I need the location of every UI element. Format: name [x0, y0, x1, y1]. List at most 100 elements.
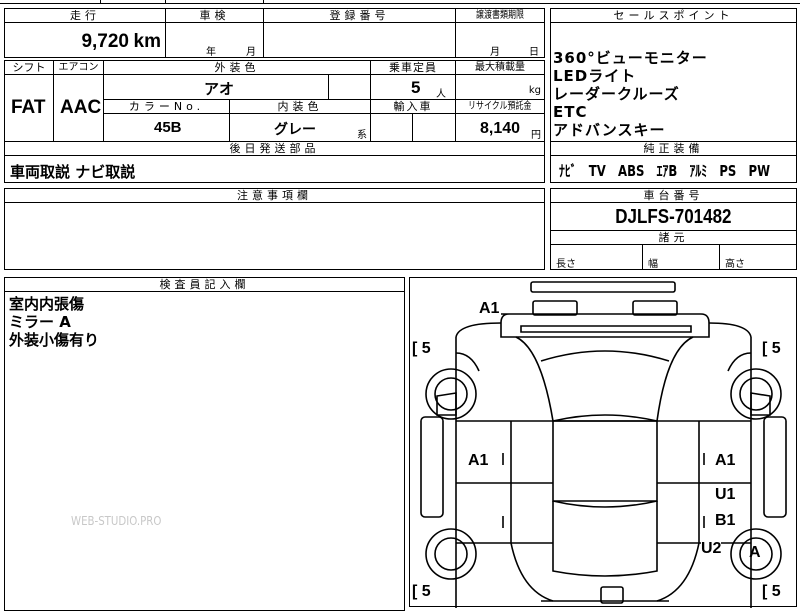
notes-header: 注意事項欄	[4, 188, 545, 203]
registration-cell	[263, 22, 456, 58]
top-clipped-divider	[263, 0, 264, 4]
diagram-mark-left-door: A1	[468, 452, 489, 470]
load-cell: kg	[455, 74, 545, 100]
capacity-header: 乗車定員	[370, 60, 456, 75]
tire-fr-depth: [ 5	[762, 340, 781, 358]
dims-length-label: 長さ	[556, 259, 576, 270]
chassis-value: DJLFS-701482	[615, 206, 732, 228]
sales-points-cell: 360°ビューモニター LEDライト レーダークルーズ ETC アドバンスキー	[550, 22, 797, 142]
interior-value: グレー	[274, 121, 316, 137]
shift-cell: FAT	[4, 74, 54, 142]
color-no-cell: 45B	[103, 113, 230, 142]
recycle-cell: 8,140 円	[455, 113, 545, 142]
shift-header: シフト	[4, 60, 54, 75]
exterior-header: 外装色	[103, 60, 371, 75]
equipment-cell: ﾅﾋﾞ TV ABS ｴｱB ｱﾙﾐ PS PW	[550, 155, 797, 183]
dims-height-cell: 高さ	[719, 244, 797, 270]
recycle-label: リサイクル預託金	[468, 101, 532, 112]
registration-header: 登録番号	[263, 8, 456, 23]
dims-header: 諸元	[550, 230, 797, 245]
exterior-extra-cell	[328, 74, 371, 100]
inspector-notes: 室内内張傷 ミラー A 外装小傷有り	[9, 295, 99, 349]
watermark: WEB-STUDIO.PRO	[71, 514, 162, 528]
inspector-cell: 室内内張傷 ミラー A 外装小傷有り WEB-STUDIO.PRO	[4, 291, 405, 611]
sales-points-list: 360°ビューモニター LEDライト レーダークルーズ ETC アドバンスキー	[553, 49, 708, 139]
inspector-note: 外装小傷有り	[9, 331, 100, 349]
mileage-value: 9,720	[81, 31, 129, 52]
capacity-value: 5	[411, 78, 421, 97]
inspection-header: 車検	[165, 8, 264, 23]
equipment-item: ABS	[618, 162, 645, 180]
inspector-header: 検査員記入欄	[4, 277, 405, 292]
tire-rl-depth: [ 5	[412, 583, 431, 601]
transfer-day-unit: 日	[529, 47, 539, 58]
sales-point-item: レーダークルーズ	[553, 85, 680, 103]
dims-length-cell: 長さ	[550, 244, 643, 270]
diagram-mark-tire-rr: A	[749, 544, 761, 561]
equipment-item: ｴｱB	[656, 162, 678, 180]
tire-fl-depth: [ 5	[412, 340, 431, 358]
interior-cell: グレー 系	[229, 113, 371, 142]
equipment-item: ﾅﾋﾞ	[559, 162, 577, 180]
interior-header: 内装色	[229, 99, 371, 114]
top-clipped-divider	[165, 0, 166, 4]
tire-rr-depth: [ 5	[762, 583, 781, 601]
sales-point-item: アドバンスキー	[553, 121, 666, 139]
diagram-mark-right-rear-1: U1	[715, 486, 736, 504]
equipment-item: ｱﾙﾐ	[689, 162, 708, 180]
recycle-header: リサイクル預託金	[455, 99, 545, 114]
capacity-cell: 5 人	[370, 74, 456, 100]
car-diagram	[420, 281, 787, 608]
load-header: 最大積載量	[455, 60, 545, 75]
dims-width-label: 幅	[648, 259, 658, 270]
load-unit: kg	[528, 85, 541, 96]
interior-unit: 系	[357, 130, 367, 141]
top-clipped-row	[0, 0, 800, 4]
equipment-item: PS	[719, 162, 737, 180]
equipment-header: 純正装備	[550, 141, 797, 156]
import-header: 輸入車	[370, 99, 456, 114]
top-clipped-divider	[100, 0, 101, 4]
exterior-value: アオ	[204, 81, 235, 98]
transfer-header: 譲渡書類期限	[455, 8, 545, 23]
notes-cell	[4, 202, 545, 270]
dims-width-cell: 幅	[642, 244, 720, 270]
sales-point-item: 360°ビューモニター	[553, 49, 708, 67]
mileage-header: 走行	[4, 8, 166, 23]
mileage-unit: km	[133, 31, 161, 52]
diagram-mark-front: A1	[479, 300, 500, 318]
sales-point-item: ETC	[553, 103, 588, 121]
inspection-year-unit: 年	[206, 47, 216, 58]
import-cell-b	[412, 113, 456, 142]
exterior-cell: アオ	[103, 74, 329, 100]
equipment-item: TV	[588, 162, 606, 180]
capacity-unit: 人	[436, 89, 446, 100]
recycle-value: 8,140	[480, 120, 521, 137]
color-no-header: カラーNo.	[103, 99, 230, 114]
sales-point-item: LEDライト	[553, 67, 637, 85]
import-cell-a	[370, 113, 413, 142]
recycle-unit: 円	[531, 130, 541, 141]
later-parts-value: 車両取説 ナビ取説	[10, 163, 136, 181]
aircon-header: エアコン	[53, 60, 104, 75]
shift-value: FAT	[11, 97, 46, 118]
equipment-list: ﾅﾋﾞ TV ABS ｴｱB ｱﾙﾐ PS PW	[559, 160, 800, 181]
car-diagram-panel: A1 A1 A1 U1 B1 U2 A [ 5 [ 5 [ 5 [ 5	[409, 277, 797, 608]
inspector-note: ミラー A	[9, 313, 71, 331]
inspection-cell: 年 月	[165, 22, 264, 58]
sales-points-header: セールスポイント	[550, 8, 797, 23]
later-parts-header: 後日発送部品	[4, 141, 545, 156]
transfer-month-unit: 月	[490, 47, 500, 58]
chassis-header: 車台番号	[550, 188, 797, 203]
transfer-cell: 月 日	[455, 22, 545, 58]
diagram-mark-right-door: A1	[715, 452, 736, 470]
diagram-mark-right-rear-2: B1	[715, 512, 736, 530]
equipment-item: PW	[748, 162, 771, 180]
aircon-cell: AAC	[53, 74, 104, 142]
inspection-month-unit: 月	[246, 47, 256, 58]
aircon-value: AAC	[60, 97, 102, 118]
inspector-note: 室内内張傷	[9, 295, 85, 313]
mileage-cell: 9,720 km	[4, 22, 166, 58]
diagram-mark-right-quarter: U2	[701, 540, 722, 558]
chassis-cell: DJLFS-701482	[550, 202, 797, 231]
